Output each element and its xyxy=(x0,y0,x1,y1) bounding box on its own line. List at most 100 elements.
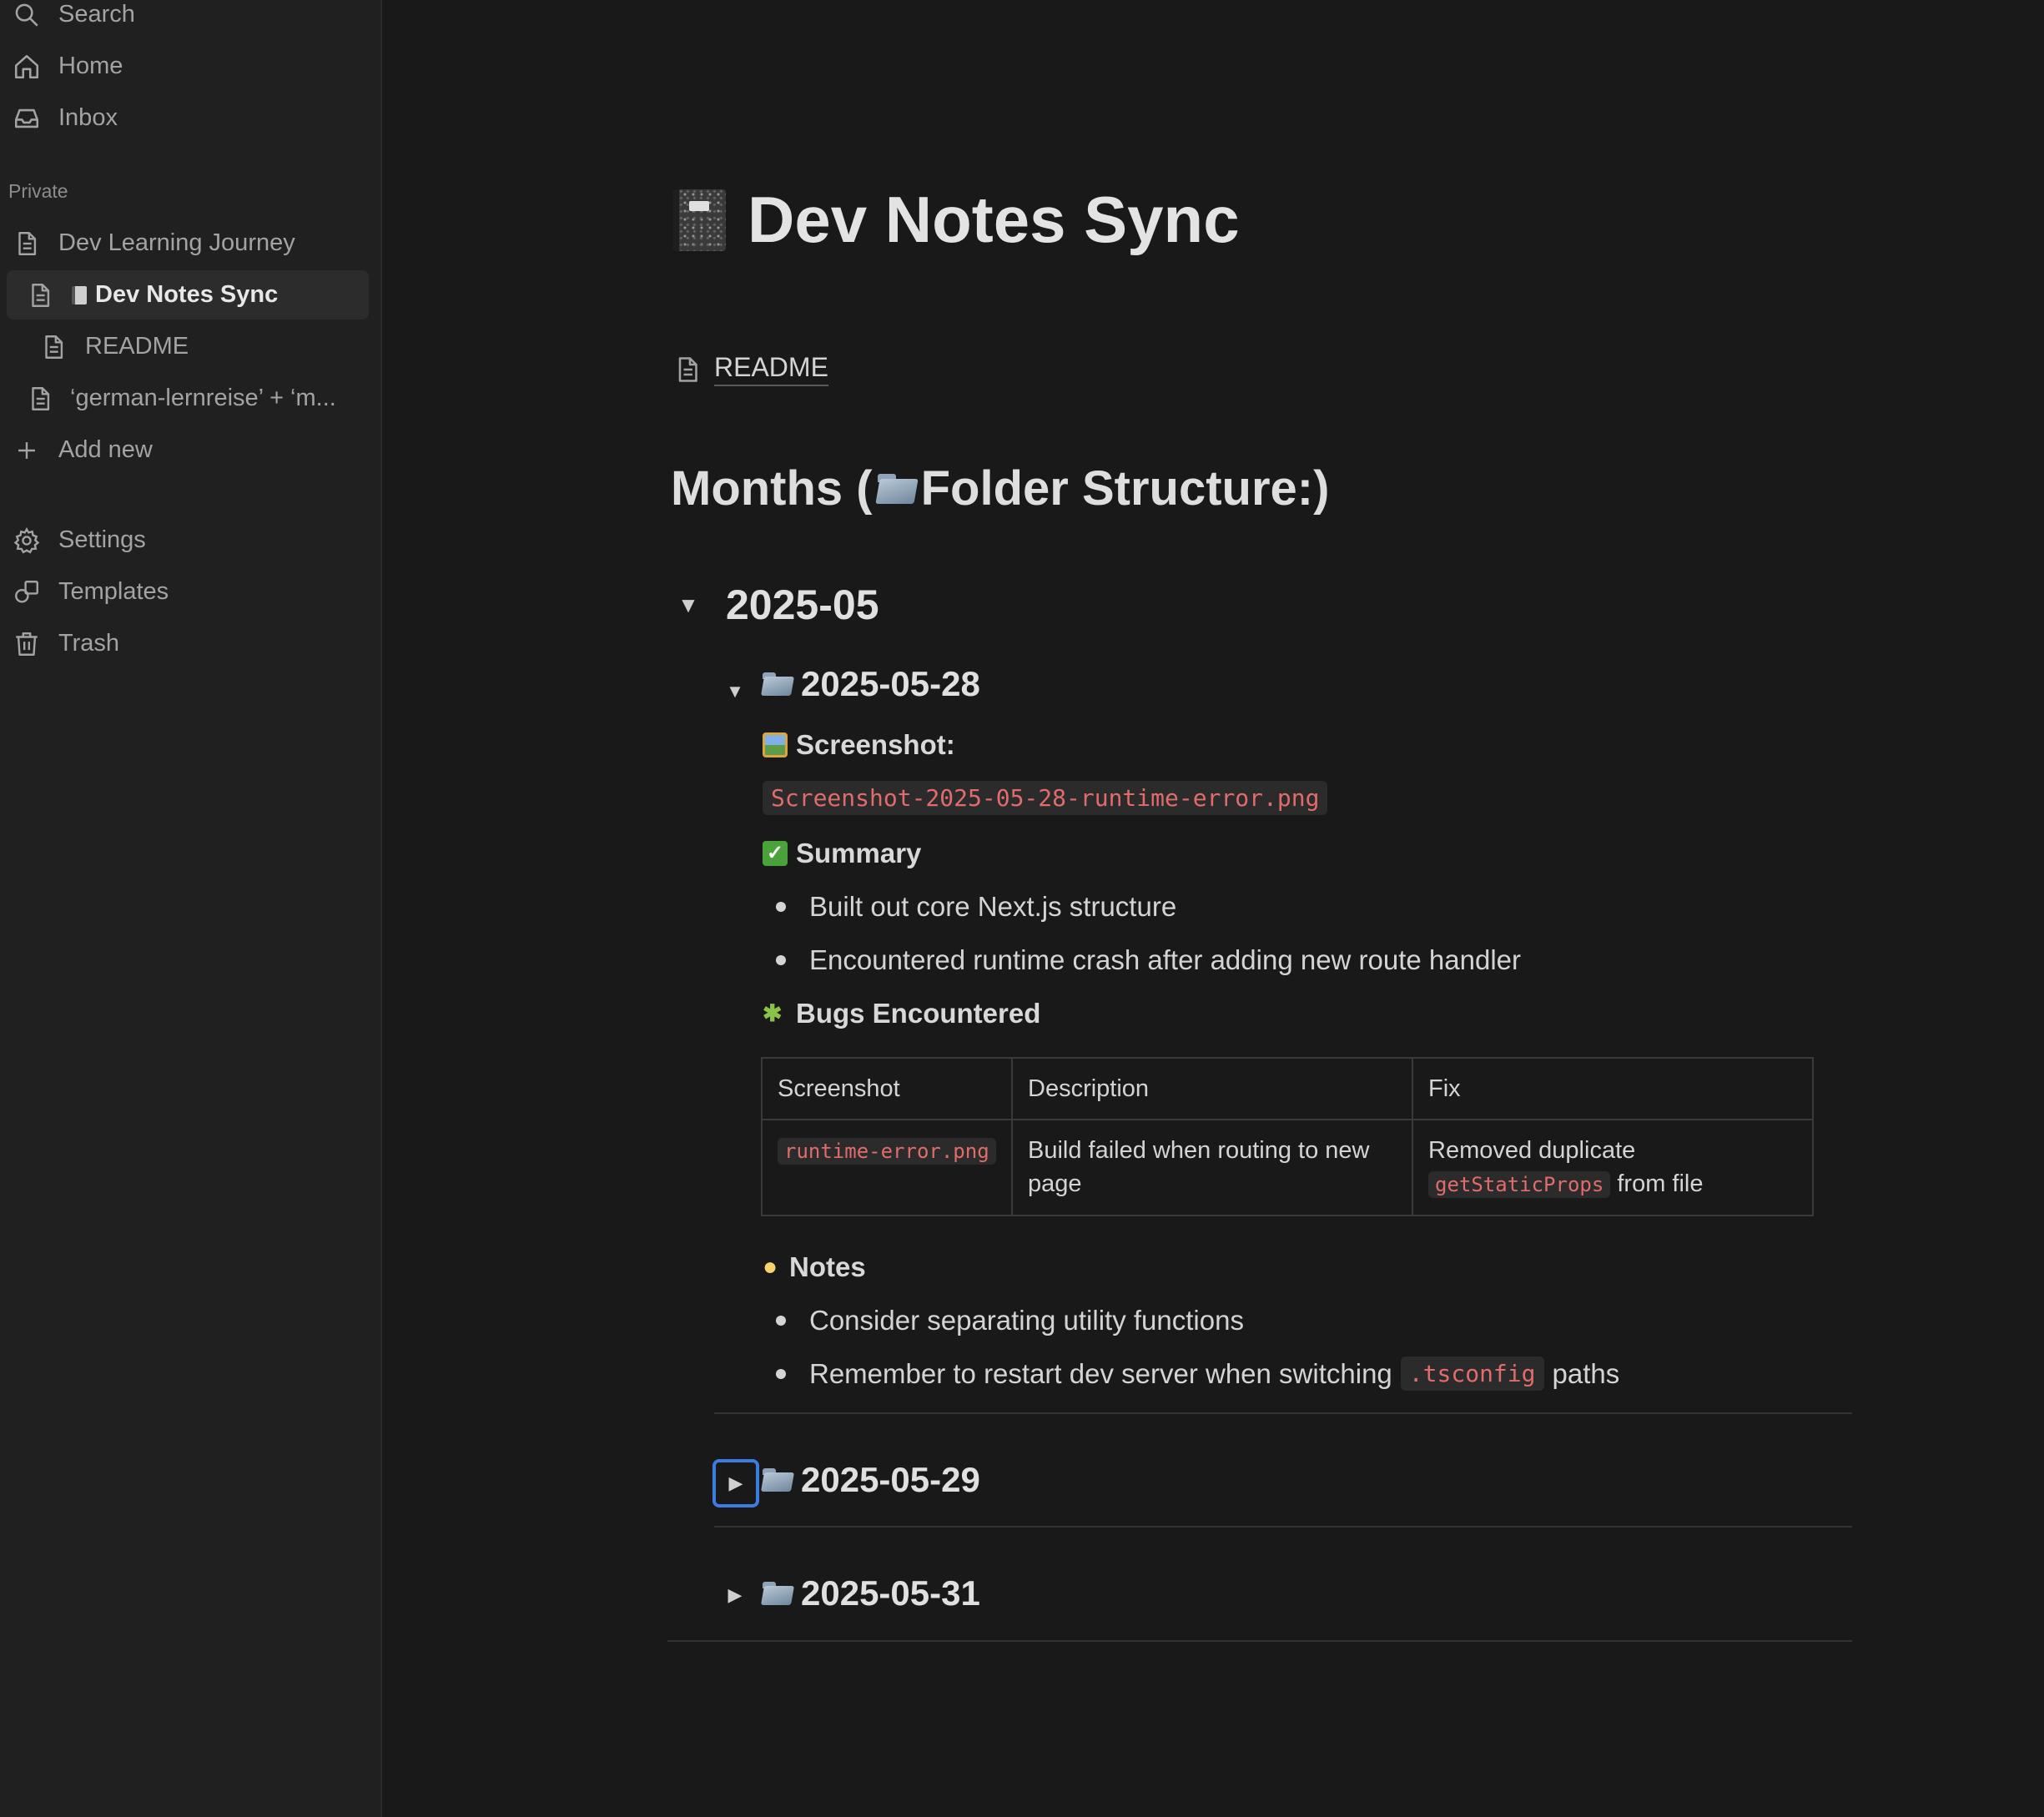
heading-months-prefix: Months ( xyxy=(671,461,873,516)
sidebar-page-dev-notes-sync[interactable]: Dev Notes Sync xyxy=(7,270,369,320)
table-cell-description[interactable]: Build failed when routing to new page xyxy=(1011,1119,1413,1216)
sidebar-search[interactable]: Search xyxy=(0,0,369,39)
sidebar-page-dev-learning-journey[interactable]: Dev Learning Journey xyxy=(0,219,369,268)
notes-label-text: Notes xyxy=(789,1251,866,1282)
toggle-heading-2025-05-28: 2025-05-28 xyxy=(763,664,980,704)
sidebar-page-label: Dev Learning Journey xyxy=(58,229,295,256)
sidebar-page-label: README xyxy=(85,333,189,360)
app-window: Search Home Inbox Private Dev Learning J… xyxy=(0,0,2044,1817)
toggle-collapsed-2025-05-29[interactable]: ▶ xyxy=(712,1459,759,1507)
toggle-heading-text: 2025-05-31 xyxy=(801,1573,980,1613)
bug-icon: ✱ xyxy=(763,1000,783,1026)
list-item: Consider separating utility functions xyxy=(776,1305,1244,1336)
list-item-text: Remember to restart dev server when swit… xyxy=(809,1357,1392,1389)
sidebar-home-label: Home xyxy=(58,53,123,79)
table-header-cell[interactable]: Description xyxy=(1011,1057,1413,1120)
toggle-heading-2025-05-31: 2025-05-31 xyxy=(763,1573,980,1613)
heading-months: Months ( Folder Structure:) xyxy=(671,461,1329,516)
bullet-icon xyxy=(776,902,786,912)
bugs-label-text: Bugs Encountered xyxy=(796,998,1041,1029)
subpage-link-readme[interactable]: README xyxy=(672,352,828,386)
folder-icon xyxy=(763,1582,793,1605)
document-icon xyxy=(25,384,55,414)
check-icon: ✓ xyxy=(763,841,788,866)
inline-code: runtime-error.png xyxy=(778,1138,996,1165)
trash-icon xyxy=(12,629,42,659)
divider xyxy=(714,1526,1852,1528)
table-header-cell[interactable]: Screenshot xyxy=(761,1057,1013,1120)
document-icon xyxy=(672,353,702,386)
divider xyxy=(667,1640,1852,1642)
page-title[interactable]: Dev Notes Sync xyxy=(672,182,1240,258)
bugs-label: ✱ Bugs Encountered xyxy=(763,998,1040,1029)
bullet-icon xyxy=(776,1316,786,1326)
toggle-heading-2025-05-29: 2025-05-29 xyxy=(763,1460,980,1500)
document-icon xyxy=(25,280,55,310)
sidebar-page-readme[interactable]: README xyxy=(0,322,369,371)
list-item-text: Encountered runtime crash after adding n… xyxy=(809,944,1522,975)
triangle-down-icon: ▼ xyxy=(677,591,699,617)
toggle-collapsed-2025-05-31[interactable]: ▶ xyxy=(712,1573,758,1618)
inline-code: getStaticProps xyxy=(1428,1171,1611,1198)
table-header-cell[interactable]: Fix xyxy=(1412,1057,1814,1120)
table-cell-fix[interactable]: Removed duplicate getStaticProps from fi… xyxy=(1412,1119,1814,1216)
triangle-down-icon: ▼ xyxy=(726,681,744,702)
gear-icon xyxy=(12,526,42,556)
sidebar-templates-label: Templates xyxy=(58,578,169,605)
notebook-icon xyxy=(72,285,87,305)
triangle-right-icon: ▶ xyxy=(727,1584,743,1605)
screenshot-filename: Screenshot-2025-05-28-runtime-error.png xyxy=(763,781,1328,815)
search-icon xyxy=(12,0,42,30)
screenshot-label-text: Screenshot: xyxy=(796,729,955,760)
sidebar-settings[interactable]: Settings xyxy=(0,516,369,565)
toggle-expanded-2025-05[interactable]: ▼ xyxy=(666,582,711,627)
sidebar-search-label: Search xyxy=(58,1,135,28)
list-item: Encountered runtime crash after adding n… xyxy=(776,944,1521,976)
sidebar-section-private: Private xyxy=(8,180,68,202)
inline-code: .tsconfig xyxy=(1400,1356,1544,1391)
sidebar-page-label: Dev Notes Sync xyxy=(95,281,279,308)
toggle-heading-2025-05: 2025-05 xyxy=(726,581,879,628)
toggle-expanded-2025-05-28[interactable]: ▼ xyxy=(712,669,758,714)
bullet-icon xyxy=(776,955,786,965)
list-item-text: Built out core Next.js structure xyxy=(809,891,1177,922)
bullet-icon xyxy=(776,1368,786,1379)
folder-icon xyxy=(763,1468,793,1492)
fix-text: Removed duplicate xyxy=(1428,1137,1636,1164)
templates-icon xyxy=(12,577,42,607)
plus-icon xyxy=(12,435,42,466)
subpage-link-label: README xyxy=(714,352,828,386)
document-icon xyxy=(38,332,68,362)
heading-months-suffix: Folder Structure:) xyxy=(920,461,1330,516)
notebook-icon xyxy=(672,189,726,251)
sidebar-page-label: ‘german-lernreise’ + ‘m... xyxy=(70,385,336,411)
triangle-right-icon: ▶ xyxy=(728,1472,743,1493)
sidebar-inbox[interactable]: Inbox xyxy=(0,93,369,143)
sidebar: Search Home Inbox Private Dev Learning J… xyxy=(0,0,382,1817)
fix-text: from file xyxy=(1617,1170,1704,1197)
sidebar-trash-label: Trash xyxy=(58,630,120,657)
inline-code: Screenshot-2025-05-28-runtime-error.png xyxy=(763,781,1328,815)
image-icon xyxy=(763,732,788,758)
sidebar-trash[interactable]: Trash xyxy=(0,619,369,668)
sidebar-templates[interactable]: Templates xyxy=(0,567,369,617)
bulb-icon: ● xyxy=(763,1253,778,1281)
sidebar-page-german-lernreise[interactable]: ‘german-lernreise’ + ‘m... xyxy=(0,374,369,423)
toggle-heading-text: 2025-05-28 xyxy=(801,664,980,703)
page-title-text: Dev Notes Sync xyxy=(748,183,1240,256)
document-icon xyxy=(12,229,42,259)
screenshot-label: Screenshot: xyxy=(763,729,955,761)
sidebar-settings-label: Settings xyxy=(58,526,146,553)
sidebar-add-new-label: Add new xyxy=(58,436,153,463)
notes-label: ● Notes xyxy=(763,1251,866,1283)
summary-label: ✓ Summary xyxy=(763,838,921,869)
list-item: Built out core Next.js structure xyxy=(776,891,1176,923)
table-cell-screenshot[interactable]: runtime-error.png xyxy=(761,1119,1013,1216)
sidebar-add-new[interactable]: Add new xyxy=(0,425,369,475)
list-item: Remember to restart dev server when swit… xyxy=(776,1356,1619,1391)
sidebar-inbox-label: Inbox xyxy=(58,104,118,131)
folder-icon xyxy=(877,473,916,504)
sidebar-home[interactable]: Home xyxy=(0,42,369,91)
home-icon xyxy=(12,52,42,82)
list-item-text: Consider separating utility functions xyxy=(809,1305,1244,1336)
